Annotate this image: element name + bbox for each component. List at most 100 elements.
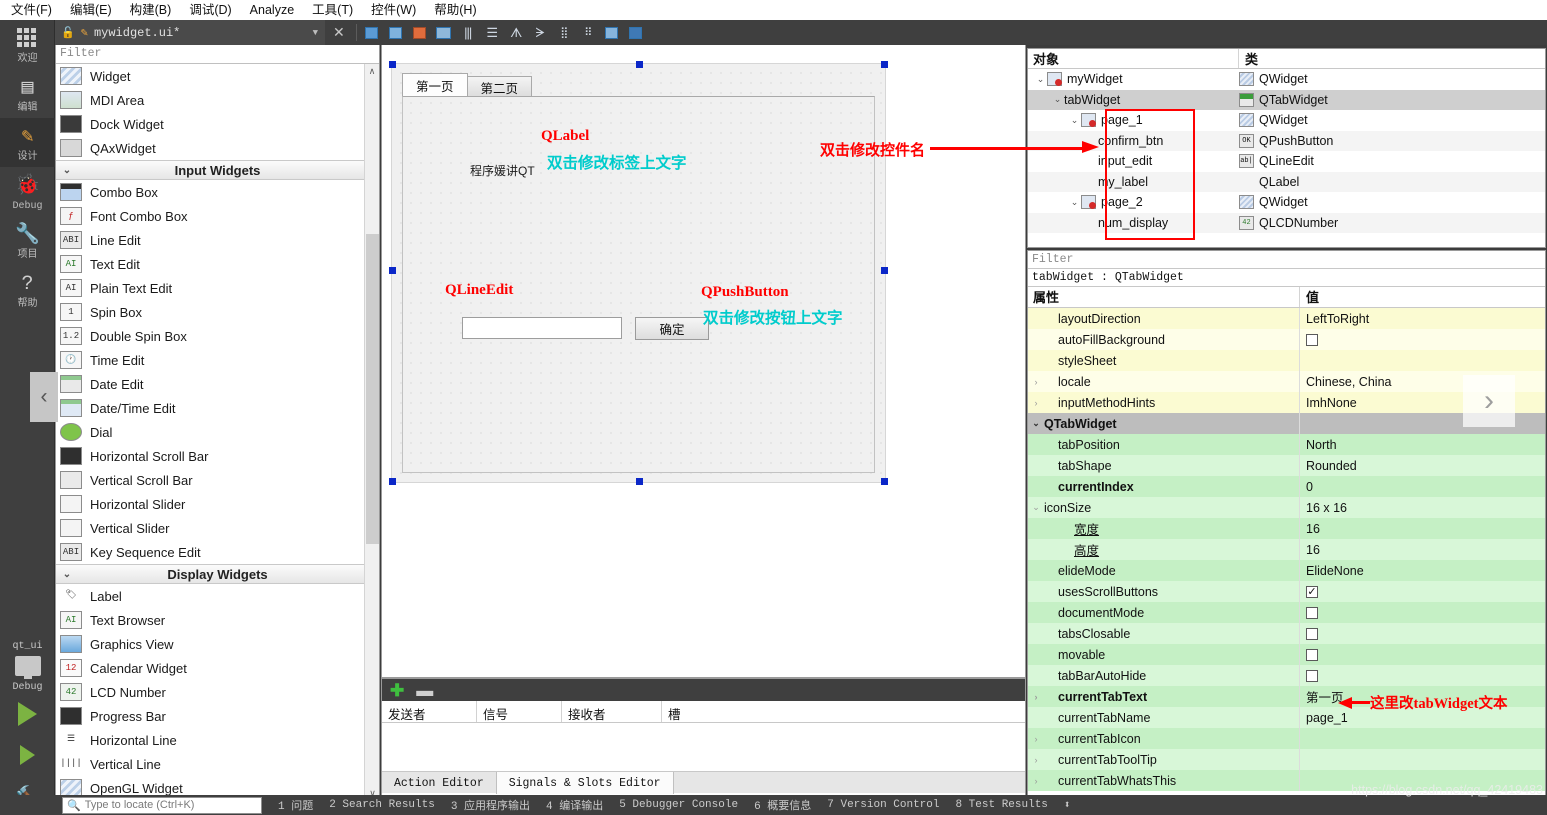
close-icon[interactable]: ✕ [325,24,353,41]
widget-item-date-edit[interactable]: Date Edit [56,372,379,396]
property-checkbox[interactable] [1306,627,1318,640]
resize-handle[interactable] [389,267,396,274]
project-selector[interactable]: qt_ui Debug [0,631,55,695]
widget-item-time-edit[interactable]: 🕐 Time Edit [56,348,379,372]
menu-item-2[interactable]: 构建(B) [121,0,181,20]
property-row[interactable]: movable [1028,644,1545,665]
adjust-size-icon[interactable] [385,23,407,43]
property-value[interactable]: LeftToRight [1306,312,1369,326]
plus-icon[interactable]: ✚ [390,682,404,699]
chevron-down-icon[interactable]: ⌄ [1068,115,1081,126]
widget-item-lcd-number[interactable]: 42 LCD Number [56,680,379,704]
layout-horizontal-icon[interactable]: ||| [457,23,479,43]
widget-item-double-spin-box[interactable]: 1.2 Double Spin Box [56,324,379,348]
menu-item-3[interactable]: 调试(D) [180,0,240,20]
my-label-widget[interactable]: 程序媛讲QT [470,162,535,179]
input-edit-widget[interactable] [462,317,622,339]
chevron-down-icon[interactable]: ⌄ [1028,418,1044,429]
form-editor-canvas[interactable]: 第一页 第二页 程序媛讲QT 确定 QLabel 双击修改标签上文字 QLine… [381,45,1026,678]
property-row[interactable]: styleSheet [1028,350,1545,371]
property-filter-input[interactable]: Filter [1028,251,1545,269]
form-widget[interactable]: 第一页 第二页 程序媛讲QT 确定 [389,61,888,485]
widget-item-plain-text-edit[interactable]: AI Plain Text Edit [56,276,379,300]
property-row[interactable]: › currentTabToolTip [1028,749,1545,770]
widget-item-progress-bar[interactable]: Progress Bar [56,704,379,728]
widget-item-vertical-scroll-bar[interactable]: Vertical Scroll Bar [56,468,379,492]
property-checkbox[interactable] [1306,669,1318,682]
grid-layout-icon[interactable]: ⠿ [577,23,599,43]
splitter-vertical-icon[interactable]: ᗒ [529,23,551,43]
chevron-right-icon[interactable]: › [1028,377,1044,387]
widget-item-vertical-slider[interactable]: Vertical Slider [56,516,379,540]
widget-item-label[interactable]: 🏷 Label [56,584,379,608]
object-tree-row[interactable]: ⌄ page_2 QWidget [1028,192,1545,213]
scrollbar-thumb[interactable] [366,234,379,544]
property-row[interactable]: ⌄ iconSize 16 x 16 [1028,497,1545,518]
resize-handle[interactable] [881,478,888,485]
menu-item-5[interactable]: 工具(T) [303,0,362,20]
run-button[interactable] [0,695,55,738]
property-row[interactable]: documentMode [1028,602,1545,623]
sidebar-item-design[interactable]: ✎ 设计 [0,118,55,167]
object-tree-row[interactable]: num_display 42 QLCDNumber [1028,212,1545,233]
property-row[interactable]: 高度 16 [1028,539,1545,560]
resize-handle[interactable] [881,61,888,68]
property-value[interactable]: Chinese, China [1306,375,1391,389]
object-tree-row[interactable]: ⌄ myWidget QWidget [1028,69,1545,90]
property-value[interactable]: 16 x 16 [1306,501,1347,515]
object-tree-row[interactable]: ⌄ tabWidget QTabWidget [1028,89,1545,110]
form-tab-page-1[interactable]: 第一页 [402,73,468,97]
object-tree-row[interactable]: confirm_btn OK QPushButton [1028,130,1545,151]
widget-item-vertical-line[interactable]: |||| Vertical Line [56,752,379,776]
unlock-icon[interactable]: 🔓 [61,26,75,40]
output-tab-5[interactable]: 6 概要信息 [746,797,819,813]
output-tab-2[interactable]: 3 应用程序输出 [443,797,538,813]
resize-handle[interactable] [389,61,396,68]
minus-icon[interactable]: ▬ [416,682,433,699]
property-checkbox[interactable] [1306,606,1318,619]
tab-order-icon[interactable] [433,23,455,43]
output-tab-0[interactable]: 1 问题 [270,797,321,813]
object-tree-row[interactable]: input_edit ab| QLineEdit [1028,151,1545,172]
property-row[interactable]: autoFillBackground [1028,329,1545,350]
widget-item-date-time-edit[interactable]: Date/Time Edit [56,396,379,420]
object-tree-row[interactable]: ⌄ page_1 QWidget [1028,110,1545,131]
edit-buddies-icon[interactable] [409,23,431,43]
widget-item-horizontal-line[interactable]: ☰ Horizontal Line [56,728,379,752]
layout-vertical-icon[interactable]: ☰ [481,23,503,43]
widget-box-scrollbar[interactable]: ∧ ∨ [364,64,379,800]
form-tab-page-2[interactable]: 第二页 [466,76,533,97]
chevron-right-icon[interactable]: › [1028,755,1044,765]
collapse-left-panel-button[interactable]: ‹ [30,372,58,422]
chevron-down-icon[interactable]: ⌄ [1028,502,1044,513]
signals-slots-icon[interactable] [601,23,623,43]
widget-item-font-combo-box[interactable]: ƒ Font Combo Box [56,204,379,228]
property-row[interactable]: elideMode ElideNone [1028,560,1545,581]
menu-item-4[interactable]: Analyze [241,0,303,20]
resize-handle[interactable] [636,478,643,485]
splitter-horizontal-icon[interactable]: ᗑ [505,23,527,43]
property-row[interactable]: usesScrollButtons ✓ [1028,581,1545,602]
property-value[interactable]: 16 [1306,543,1320,557]
widget-group-display-widgets[interactable]: ⌄ Display Widgets [56,564,379,584]
widget-box-filter-input[interactable]: Filter [56,45,379,64]
resize-handle[interactable] [881,267,888,274]
property-checkbox[interactable]: ✓ [1306,585,1318,598]
widget-item-spin-box[interactable]: 1 Spin Box [56,300,379,324]
property-row[interactable]: › currentTabIcon [1028,728,1545,749]
resize-handle[interactable] [389,478,396,485]
widget-item-horizontal-slider[interactable]: Horizontal Slider [56,492,379,516]
output-tab-7[interactable]: 8 Test Results [947,799,1055,811]
sidebar-item-welcome[interactable]: 欢迎 [0,20,55,69]
sidebar-item-debug[interactable]: 🐞 Debug [0,167,55,216]
search-input[interactable]: 🔍 Type to locate (Ctrl+K) [62,796,262,814]
menu-item-6[interactable]: 控件(W) [362,0,425,20]
widget-item-text-browser[interactable]: AI Text Browser [56,608,379,632]
output-tab-3[interactable]: 4 编译输出 [538,797,611,813]
chevron-down-icon[interactable]: ▼ [306,28,325,38]
chevron-right-icon[interactable]: › [1028,734,1044,744]
tab-action-editor[interactable]: Action Editor [382,772,497,794]
signals-slots-table-body[interactable] [382,723,1025,771]
widget-item-mdi-area[interactable]: MDI Area [56,88,379,112]
property-checkbox[interactable] [1306,648,1318,661]
